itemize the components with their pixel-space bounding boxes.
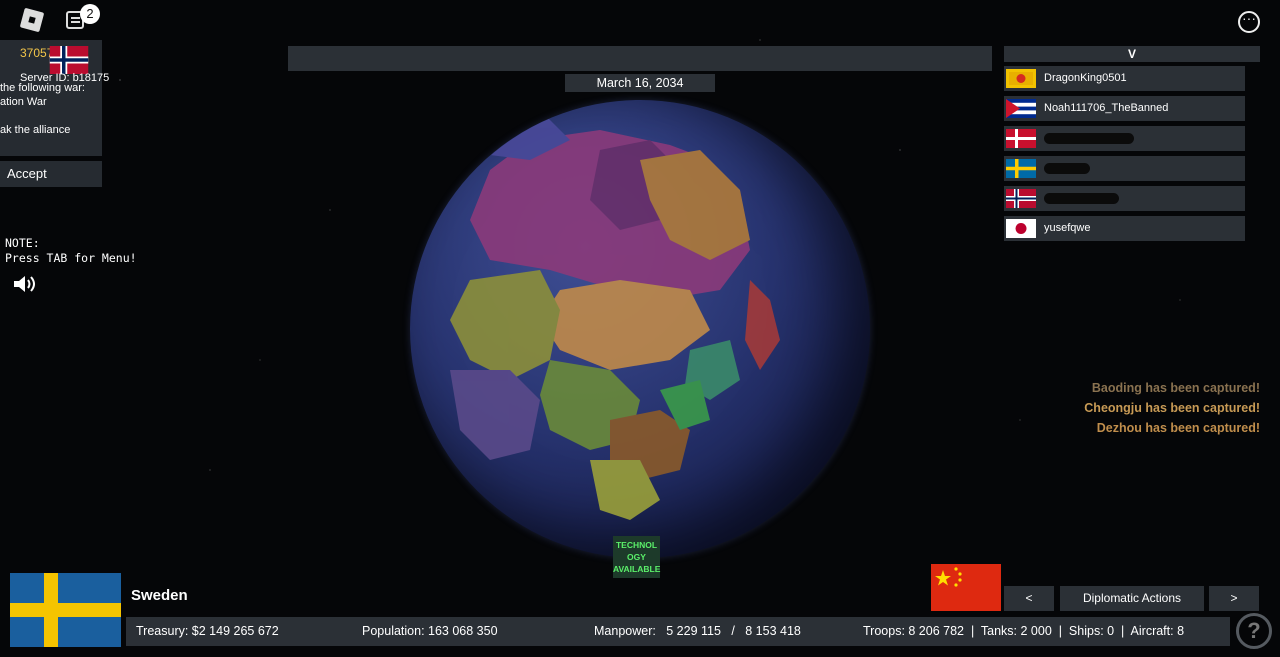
denmark-flag-icon (1006, 129, 1036, 148)
manpower-stat: Manpower: 5 229 115 / 8 153 418 (594, 624, 801, 638)
player-row[interactable]: DragonKing0501 (1004, 66, 1245, 91)
redacted-name (1044, 193, 1119, 204)
japan-flag-icon (1006, 219, 1036, 238)
player-name: Noah111706_TheBanned (1044, 102, 1169, 114)
accept-button[interactable]: Accept (0, 161, 102, 187)
country-name: Sweden (131, 587, 188, 604)
norway-flag-icon (1006, 189, 1036, 208)
player-name: yusefqwe (1044, 222, 1091, 234)
player-list-header[interactable]: V (1004, 46, 1260, 62)
previous-country-button[interactable]: < (1004, 586, 1054, 611)
sweden-flag-icon (10, 573, 121, 647)
stats-bar: Treasury: $2 149 265 672 Population: 163… (126, 617, 1230, 646)
dialog-text-line: ation War (0, 96, 47, 108)
capture-notification: Dezhou has been captured! (1096, 421, 1260, 435)
china-flag-icon (931, 564, 1001, 611)
player-row[interactable] (1004, 126, 1245, 151)
norway-flag-icon (49, 46, 89, 74)
player-row[interactable] (1004, 186, 1245, 211)
more-options-icon[interactable]: ··· (1238, 11, 1260, 33)
top-info-bar (288, 46, 992, 71)
redacted-name (1044, 133, 1134, 144)
cuba-flag-icon (1006, 99, 1036, 118)
diplomatic-actions-button[interactable]: Diplomatic Actions (1060, 586, 1204, 611)
technology-available-indicator[interactable]: TECHNOL OGY AVAILABLE (613, 536, 660, 578)
yellow-sun-flag-icon (1006, 69, 1036, 88)
player-name: DragonKing0501 (1044, 72, 1127, 84)
dialog-text-line: ak the alliance (0, 124, 71, 136)
dialog-text-line: the following war: (0, 82, 85, 94)
globe-map-regions (450, 110, 780, 520)
sweden-flag-icon (1006, 159, 1036, 178)
next-country-button[interactable]: > (1209, 586, 1259, 611)
redacted-name (1044, 163, 1090, 174)
treasury-stat: Treasury: $2 149 265 672 (136, 624, 279, 638)
military-stat: Troops: 8 206 782 | Tanks: 2 000 | Ships… (863, 624, 1185, 638)
help-icon[interactable]: ? (1236, 613, 1272, 649)
capture-notification: Cheongju has been captured! (1084, 401, 1260, 415)
population-stat: Population: 163 068 350 (362, 624, 498, 638)
game-date: March 16, 2034 (565, 74, 715, 92)
player-row[interactable] (1004, 156, 1245, 181)
chat-badge: 2 (80, 4, 100, 24)
player-row[interactable]: yusefqwe (1004, 216, 1245, 241)
player-row[interactable]: Noah111706_TheBanned (1004, 96, 1245, 121)
speaker-icon[interactable] (12, 273, 38, 295)
capture-notification: Baoding has been captured! (1091, 381, 1260, 395)
tab-menu-note: NOTE: Press TAB for Menu! (5, 236, 137, 265)
